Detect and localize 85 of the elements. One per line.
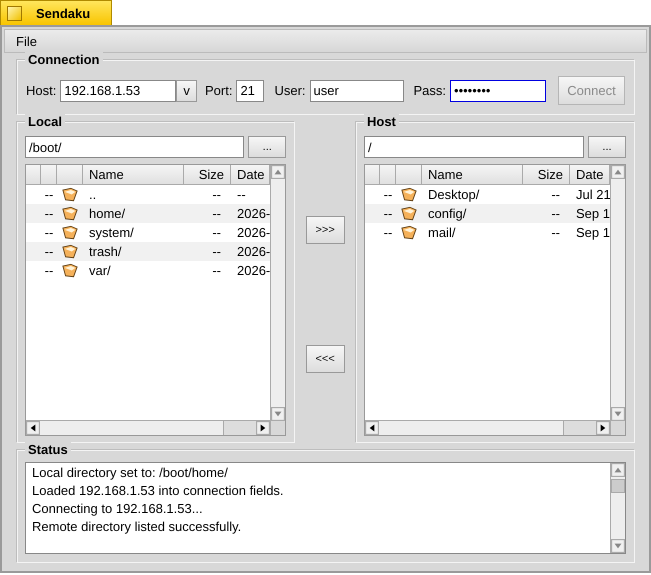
table-cell-text: -- — [44, 187, 54, 202]
table-cell-text: -- — [44, 263, 54, 278]
scrollbar-corner — [271, 421, 286, 435]
table-cell-text: Sep 1 — [575, 206, 610, 221]
history-button[interactable]: v — [176, 80, 197, 102]
folder-icon — [62, 225, 78, 240]
horizontal-scrollbar[interactable] — [26, 420, 270, 435]
log-line: Remote directory listed successfully. — [32, 518, 242, 536]
scroll-up-button[interactable] — [611, 165, 625, 179]
table-cell-text: -- — [44, 206, 54, 221]
transfer-button[interactable]: <<< — [306, 344, 345, 373]
table-cell-text: 2026- — [236, 263, 270, 278]
table-cell-text: -- — [550, 206, 561, 221]
browse-button[interactable]: ... — [248, 136, 286, 158]
scroll-down-button[interactable] — [611, 539, 625, 553]
folder-icon — [62, 244, 78, 259]
scrollbar-corner — [611, 421, 625, 435]
field-label: Host: — [26, 83, 56, 98]
folder-icon — [62, 263, 78, 278]
table-cell-text: Jul 21 — [575, 187, 610, 202]
folder-icon — [401, 206, 417, 221]
scroll-up-button[interactable] — [611, 463, 625, 477]
table-cell[interactable]: var/ — [83, 263, 184, 278]
scroll-thumb[interactable] — [563, 421, 596, 435]
table-cell-text: -- — [211, 187, 222, 202]
horizontal-scrollbar[interactable] — [365, 420, 610, 435]
scroll-thumb[interactable] — [611, 479, 625, 493]
path-field[interactable]: /boot/ — [25, 136, 244, 158]
column-header[interactable]: Size — [523, 165, 570, 184]
field-label: User: — [274, 83, 306, 98]
zoom-box-icon[interactable] — [7, 6, 22, 20]
table-cell-text: -- — [236, 187, 247, 202]
folder-icon — [62, 206, 78, 221]
table-cell-text: 2026- — [236, 225, 270, 240]
user-field[interactable]: user — [310, 80, 404, 102]
browse-button[interactable]: ... — [588, 136, 626, 158]
field-label: Port: — [204, 83, 232, 98]
table-cell-text: 2026- — [236, 244, 270, 259]
table-cell-text: -- — [44, 244, 54, 259]
table-cell-text: -- — [382, 225, 394, 240]
vertical-scrollbar[interactable] — [610, 463, 625, 553]
vertical-scrollbar[interactable] — [610, 165, 625, 435]
window-title: Sendaku — [35, 6, 90, 20]
path-field[interactable]: / — [364, 136, 584, 158]
scroll-right-button[interactable] — [596, 421, 610, 435]
table-cell-text: -- — [550, 225, 561, 240]
folder-icon — [401, 187, 417, 202]
table-cell-text: -- — [550, 187, 561, 202]
log-line: Connecting to 192.168.1.53... — [32, 500, 204, 518]
table-cell[interactable]: config/ — [422, 206, 523, 221]
table-cell-text: Sep 1 — [575, 225, 610, 240]
table-cell-text: -- — [211, 225, 222, 240]
column-header[interactable]: Name — [422, 165, 523, 184]
menu-item[interactable]: File — [16, 34, 37, 48]
table-cell-text: -- — [211, 206, 222, 221]
table-cell-text: -- — [44, 225, 54, 240]
vertical-scrollbar[interactable] — [270, 165, 286, 435]
table-cell[interactable]: trash/ — [83, 244, 184, 259]
port-field[interactable]: 21 — [236, 80, 264, 102]
transfer-button[interactable]: >>> — [306, 216, 345, 244]
table-cell[interactable]: mail/ — [422, 225, 523, 240]
window-tab[interactable]: Sendaku — [0, 0, 112, 25]
table-cell-text: 2026- — [236, 206, 270, 221]
table-cell-text: -- — [382, 206, 394, 221]
scroll-thumb[interactable] — [223, 421, 256, 435]
field-label: Pass: — [414, 83, 446, 98]
password-field[interactable]: •••••••• — [450, 80, 546, 102]
table-cell-text: -- — [211, 244, 222, 259]
scroll-right-button[interactable] — [256, 421, 270, 435]
table-cell[interactable]: Desktop/ — [422, 187, 523, 202]
column-header[interactable]: Name — [83, 165, 184, 184]
table-cell[interactable]: .. — [83, 187, 184, 202]
table-cell[interactable]: home/ — [83, 206, 184, 221]
column-header[interactable]: Size — [184, 165, 231, 184]
log-line: Local directory set to: /boot/home/ — [32, 464, 229, 482]
folder-icon — [401, 225, 417, 240]
table-cell-text: -- — [382, 187, 394, 202]
table-cell-text: -- — [211, 263, 222, 278]
scroll-up-button[interactable] — [271, 165, 286, 179]
log-line: Loaded 192.168.1.53 into connection fields. — [32, 482, 285, 500]
folder-icon — [62, 187, 78, 202]
scroll-left-button[interactable] — [26, 421, 40, 435]
table-cell[interactable]: system/ — [83, 225, 184, 240]
host-field[interactable]: 192.168.1.53 — [60, 80, 176, 102]
scroll-left-button[interactable] — [365, 421, 379, 435]
